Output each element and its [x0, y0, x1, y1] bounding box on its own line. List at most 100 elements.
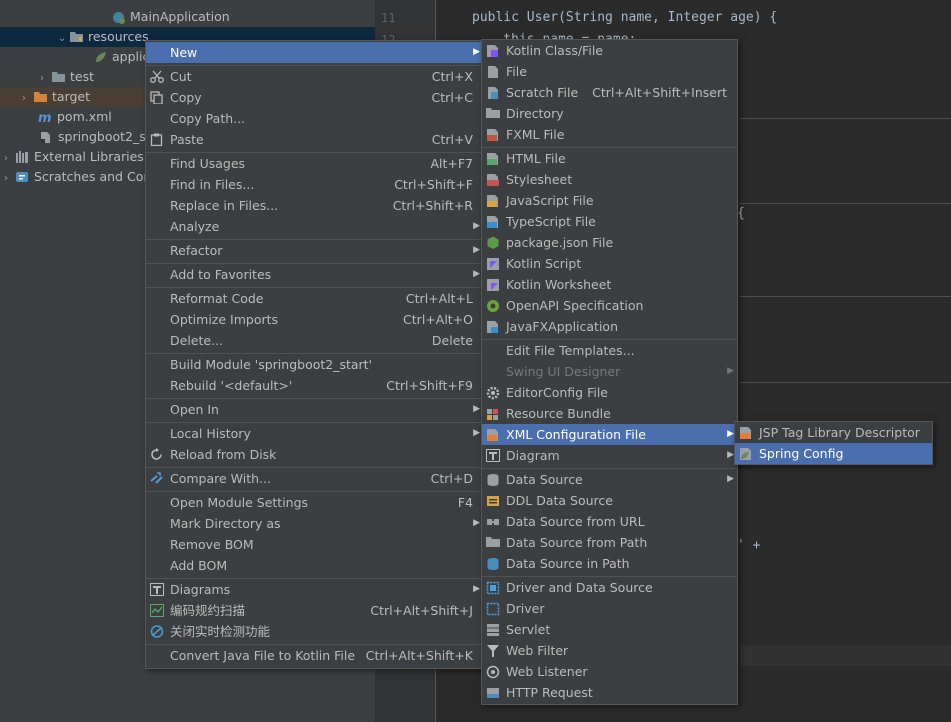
tree-item-module-file[interactable]: springboot2_st — [40, 127, 151, 147]
new-item-data-source-url[interactable]: Data Source from URL — [482, 511, 737, 532]
new-item-driver[interactable]: Driver — [482, 598, 737, 619]
code-line-11[interactable]: public User(String name, Integer age) { — [472, 10, 777, 25]
new-item-kotlin-class[interactable]: Kotlin Class/File — [482, 40, 737, 61]
tree-item-external-libraries[interactable]: › External Libraries — [4, 147, 144, 167]
new-item-web-listener[interactable]: Web Listener — [482, 661, 737, 682]
new-item-data-source-in-path[interactable]: Data Source in Path — [482, 553, 737, 574]
menu-item-paste[interactable]: Paste Ctrl+V — [146, 129, 483, 150]
menu-item-find-in-files[interactable]: Find in Files... Ctrl+Shift+F — [146, 174, 483, 195]
new-item-stylesheet[interactable]: Stylesheet — [482, 169, 737, 190]
driver-icon — [486, 581, 500, 595]
context-menu: New ▶ Cut Ctrl+X Copy Ctrl+C Copy Path... P… — [145, 40, 484, 669]
menu-item-replace-in-files[interactable]: Replace in Files... Ctrl+Shift+R — [146, 195, 483, 216]
new-item-editorconfig[interactable]: EditorConfig File — [482, 382, 737, 403]
new-item-kotlin-script[interactable]: Kotlin Script — [482, 253, 737, 274]
menu-item-find-usages[interactable]: Find Usages Alt+F7 — [146, 153, 483, 174]
folder-icon — [70, 31, 83, 42]
tree-item-scratches[interactable]: › Scratches and Con — [4, 167, 151, 187]
tree-item-pom[interactable]: m pom.xml — [38, 107, 112, 127]
file-icon — [486, 65, 500, 78]
menu-item-optimize-imports[interactable]: Optimize Imports Ctrl+Alt+O — [146, 309, 483, 330]
tree-item-target[interactable]: › target — [22, 87, 90, 107]
fxml-icon — [486, 128, 500, 141]
menu-item-open-in[interactable]: Open In ▶ — [146, 399, 483, 420]
paste-icon — [150, 133, 164, 146]
menu-item-analyze[interactable]: Analyze ▶ — [146, 216, 483, 237]
new-item-data-source-from-path[interactable]: Data Source from Path — [482, 532, 737, 553]
tree-item-mainapplication[interactable]: MainApplication — [112, 7, 230, 27]
listener-icon — [486, 665, 500, 679]
menu-item-code-scan[interactable]: 编码规约扫描 Ctrl+Alt+Shift+J — [146, 600, 483, 621]
chevron-right-icon[interactable]: › — [40, 69, 52, 89]
submenu-arrow-icon: ▶ — [473, 47, 480, 57]
new-item-http-request[interactable]: HTTP Request — [482, 682, 737, 703]
menu-item-add-bom[interactable]: Add BOM — [146, 555, 483, 576]
new-item-kotlin-worksheet[interactable]: Kotlin Worksheet — [482, 274, 737, 295]
chevron-down-icon[interactable]: ⌄ — [58, 29, 70, 49]
cut-icon — [150, 70, 164, 83]
new-item-openapi[interactable]: OpenAPI Specification — [482, 295, 737, 316]
menu-item-copy-path[interactable]: Copy Path... — [146, 108, 483, 129]
new-item-ddl-data-source[interactable]: DDL Data Source — [482, 490, 737, 511]
method-separator — [740, 382, 951, 383]
menu-item-new[interactable]: New ▶ — [146, 42, 483, 63]
new-item-package-json[interactable]: package.json File — [482, 232, 737, 253]
new-item-fxml[interactable]: FXML File — [482, 124, 737, 145]
menu-item-open-module-settings[interactable]: Open Module Settings F4 — [146, 492, 483, 513]
new-item-servlet[interactable]: Servlet — [482, 619, 737, 640]
menu-item-disable-realtime-check[interactable]: 关闭实时检测功能 — [146, 621, 483, 642]
menu-item-build-module[interactable]: Build Module 'springboot2_start' — [146, 354, 483, 375]
line-number: 11 — [381, 11, 396, 25]
menu-item-delete[interactable]: Delete... Delete — [146, 330, 483, 351]
menu-item-copy[interactable]: Copy Ctrl+C — [146, 87, 483, 108]
new-item-driver-and-data-source[interactable]: Driver and Data Source — [482, 577, 737, 598]
servlet-icon — [486, 623, 500, 636]
chevron-right-icon[interactable]: › — [22, 89, 34, 109]
disable-icon — [150, 625, 164, 638]
menu-item-convert-to-kotlin[interactable]: Convert Java File to Kotlin File Ctrl+Alt… — [146, 645, 483, 666]
new-item-javafx[interactable]: JavaFXApplication — [482, 316, 737, 337]
menu-item-add-to-favorites[interactable]: Add to Favorites ▶ — [146, 264, 483, 285]
folder-icon — [52, 71, 65, 82]
menu-item-remove-bom[interactable]: Remove BOM — [146, 534, 483, 555]
html-icon — [486, 152, 500, 165]
module-file-icon — [40, 131, 53, 143]
chevron-right-icon[interactable]: › — [4, 149, 16, 169]
xml-configuration-submenu: JSP Tag Library Descriptor Spring Config — [734, 421, 933, 465]
code-brace: { — [737, 206, 745, 221]
tree-item-resources[interactable]: ⌄ resources — [58, 27, 149, 47]
menu-item-mark-directory-as[interactable]: Mark Directory as ▶ — [146, 513, 483, 534]
new-item-data-source[interactable]: Data Source ▶ — [482, 469, 737, 490]
new-item-typescript[interactable]: TypeScript File — [482, 211, 737, 232]
menu-item-local-history[interactable]: Local History ▶ — [146, 423, 483, 444]
menu-item-diagrams[interactable]: Diagrams ▶ — [146, 579, 483, 600]
diagram-icon — [150, 583, 164, 596]
chevron-right-icon[interactable]: › — [4, 169, 16, 189]
menu-item-refactor[interactable]: Refactor ▶ — [146, 240, 483, 261]
menu-item-rebuild[interactable]: Rebuild '<default>' Ctrl+Shift+F9 — [146, 375, 483, 396]
new-item-edit-file-templates[interactable]: Edit File Templates... — [482, 340, 737, 361]
new-item-html[interactable]: HTML File — [482, 148, 737, 169]
tree-item-application[interactable]: applic — [94, 47, 149, 67]
menu-item-cut[interactable]: Cut Ctrl+X — [146, 66, 483, 87]
orange-folder-icon — [34, 91, 47, 102]
new-item-web-filter[interactable]: Web Filter — [482, 640, 737, 661]
new-item-file[interactable]: File — [482, 61, 737, 82]
xml-icon — [739, 426, 753, 439]
method-separator — [740, 118, 951, 119]
new-item-javascript[interactable]: JavaScript File — [482, 190, 737, 211]
new-item-diagram[interactable]: Diagram ▶ — [482, 445, 737, 466]
tree-item-test[interactable]: › test — [40, 67, 94, 87]
new-item-directory[interactable]: Directory — [482, 103, 737, 124]
xml-item-jsp-tag-library[interactable]: JSP Tag Library Descriptor — [735, 422, 932, 443]
driver-icon — [486, 602, 500, 616]
new-item-xml-configuration[interactable]: XML Configuration File ▶ — [482, 424, 737, 445]
js-icon — [486, 194, 500, 207]
menu-item-compare-with[interactable]: Compare With... Ctrl+D — [146, 468, 483, 489]
compare-icon — [150, 472, 164, 485]
xml-item-spring-config[interactable]: Spring Config — [735, 443, 932, 464]
menu-item-reload-from-disk[interactable]: Reload from Disk — [146, 444, 483, 465]
new-item-scratch-file[interactable]: Scratch File Ctrl+Alt+Shift+Insert — [482, 82, 737, 103]
new-item-resource-bundle[interactable]: Resource Bundle — [482, 403, 737, 424]
menu-item-reformat-code[interactable]: Reformat Code Ctrl+Alt+L — [146, 288, 483, 309]
